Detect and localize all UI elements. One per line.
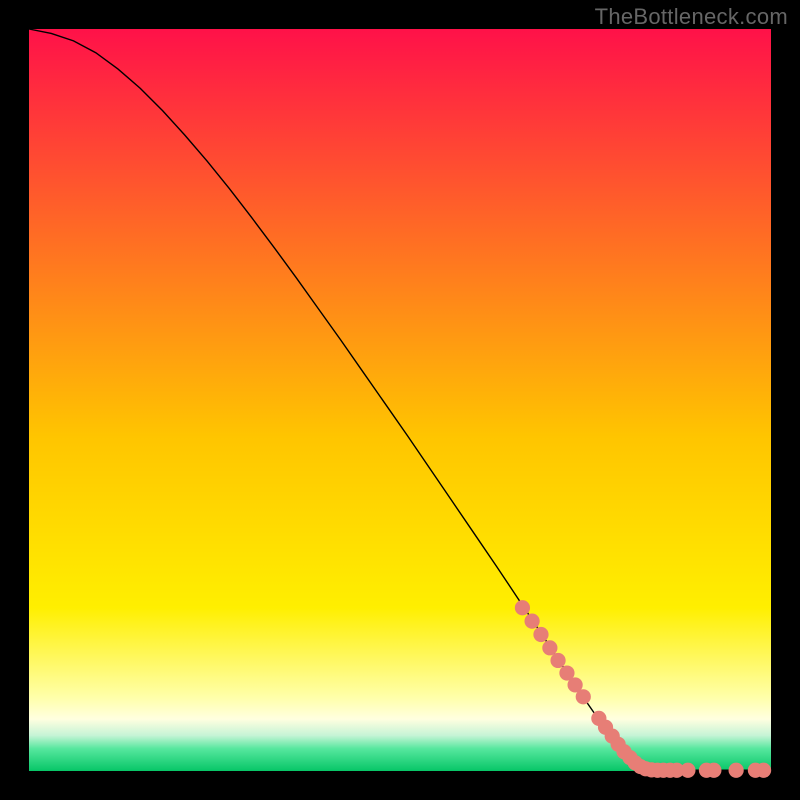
data-dot xyxy=(515,600,530,615)
data-dot xyxy=(756,763,771,778)
data-dot xyxy=(542,640,557,655)
watermark-text: TheBottleneck.com xyxy=(595,4,788,30)
data-dot xyxy=(524,614,539,629)
data-dot xyxy=(533,627,548,642)
plot-area xyxy=(29,29,771,771)
data-dot xyxy=(706,763,721,778)
data-dot xyxy=(550,653,565,668)
data-dot xyxy=(729,763,744,778)
gradient-background xyxy=(29,29,771,771)
data-dot xyxy=(576,689,591,704)
data-dot xyxy=(680,763,695,778)
chart-frame: TheBottleneck.com xyxy=(0,0,800,800)
chart-svg xyxy=(29,29,771,771)
